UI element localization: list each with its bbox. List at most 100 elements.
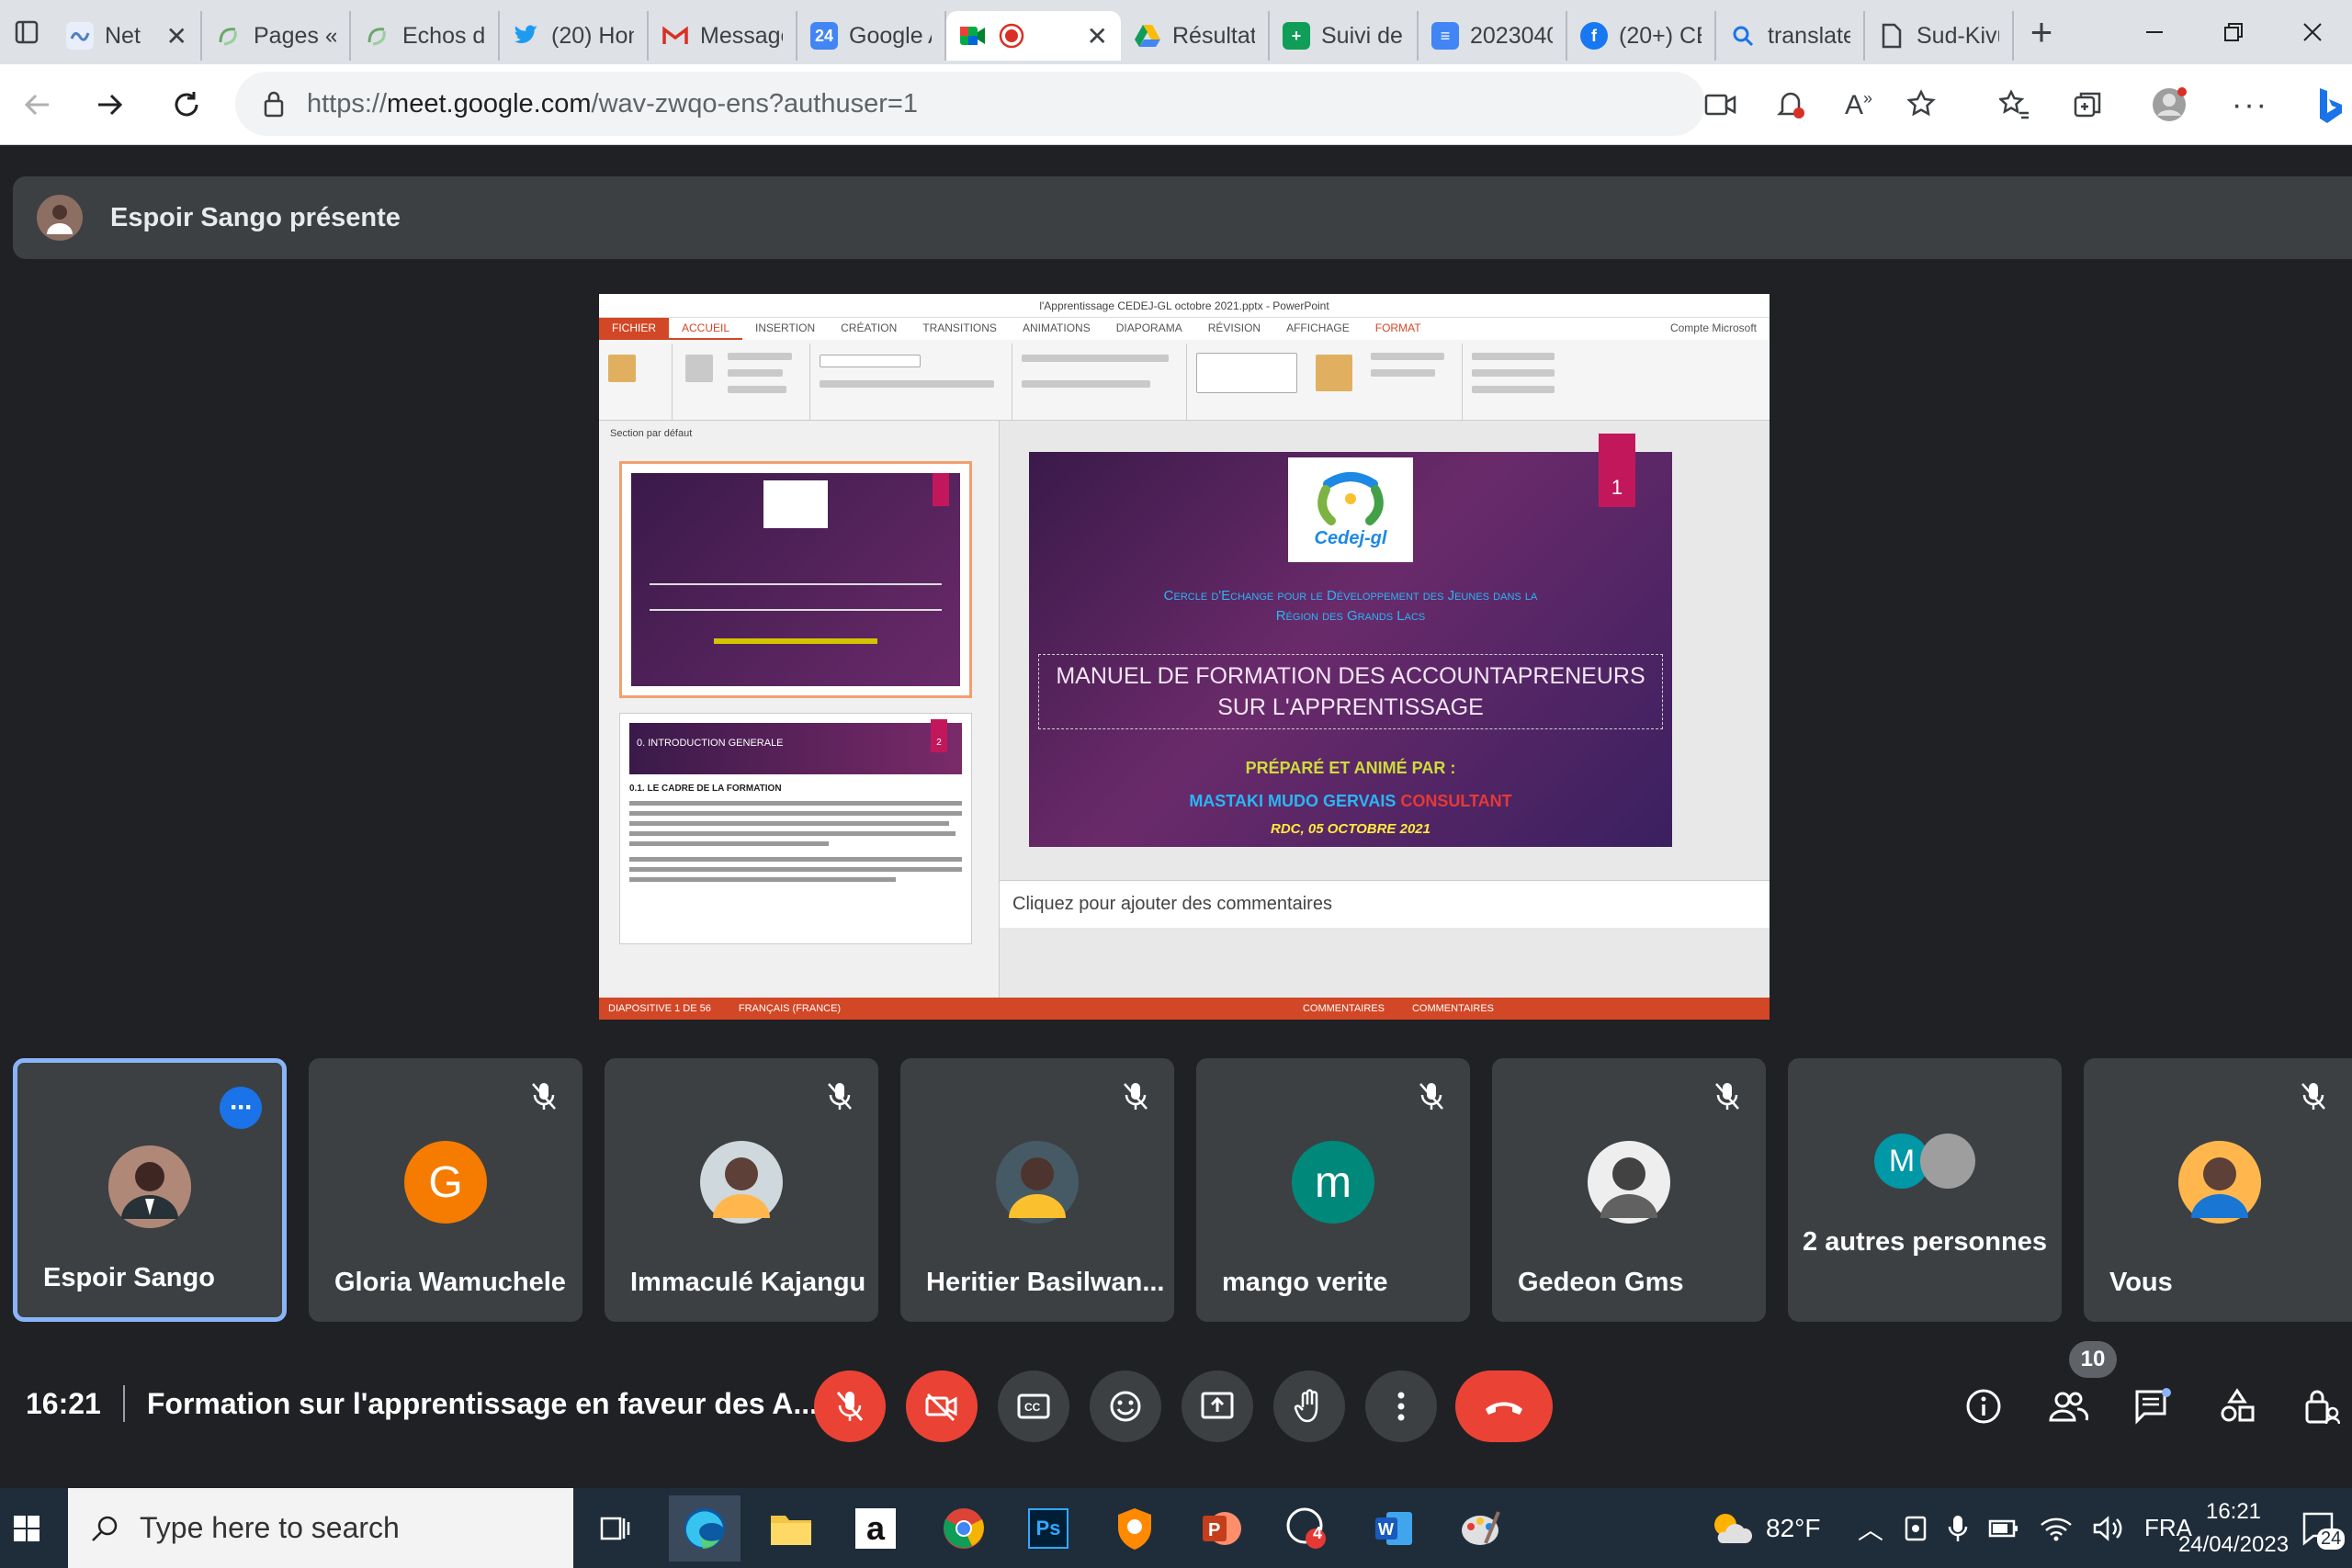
taskbar-vpn-shield[interactable] (1099, 1495, 1170, 1562)
meeting-details-button[interactable] (1953, 1376, 2014, 1437)
participant-tile-others[interactable]: M 2 autres personnes (1788, 1058, 2062, 1322)
people-icon (2049, 1392, 2088, 1422)
taskbar-word[interactable]: W (1358, 1495, 1430, 1562)
bing-icon (2320, 88, 2342, 123)
thumbnail-number-tab (933, 473, 949, 506)
mic-toggle-button[interactable] (814, 1371, 886, 1442)
start-button[interactable] (0, 1488, 53, 1568)
taskbar-edge[interactable] (669, 1495, 741, 1562)
taskbar-search-box[interactable]: Type here to search (68, 1488, 573, 1568)
settings-menu-button[interactable]: ··· (2218, 64, 2282, 145)
thumbnail-logo (763, 480, 828, 528)
avatar (108, 1145, 191, 1228)
participant-tile-mango[interactable]: m mango verite (1196, 1058, 1470, 1322)
mic-off-icon (2295, 1078, 2332, 1115)
participant-tile-gedeon[interactable]: Gedeon Gms (1492, 1058, 1766, 1322)
minimize-button[interactable] (2115, 0, 2194, 64)
drive-icon (1134, 22, 1161, 50)
meet-device-icon[interactable] (1904, 1515, 1928, 1542)
participant-tile-self[interactable]: Vous (2084, 1058, 2352, 1322)
taskbar-file-explorer[interactable] (755, 1495, 827, 1562)
back-button[interactable] (0, 64, 75, 145)
participant-tile-espoir-sango[interactable]: ··· Espoir Sango (13, 1058, 287, 1322)
person-photo-icon (2178, 1141, 2261, 1224)
more-options-button[interactable]: ··· (220, 1087, 262, 1129)
reactions-button[interactable] (1090, 1371, 1161, 1442)
tab-actions-button[interactable] (0, 0, 53, 64)
new-tab-button[interactable]: + (2014, 0, 2069, 64)
host-controls-button[interactable] (2291, 1376, 2352, 1437)
captions-button[interactable]: CC (998, 1371, 1069, 1442)
add-favorite-button[interactable] (1891, 64, 1955, 145)
browser-tab-google-agenda[interactable]: 24 Google A (797, 11, 946, 61)
participant-tile-gloria[interactable]: G Gloria Wamuchele (309, 1058, 582, 1322)
folder-icon (771, 1516, 811, 1545)
url-field[interactable]: https://meet.google.com/wav-zwqo-ens?aut… (235, 72, 1705, 136)
camera-toggle-button[interactable] (906, 1371, 978, 1442)
more-options-button[interactable] (1365, 1371, 1437, 1442)
thumbnail-text-line (629, 841, 830, 846)
taskbar-amazon[interactable]: a (840, 1495, 911, 1562)
collections-button[interactable] (2056, 64, 2120, 145)
reload-button[interactable] (149, 64, 224, 145)
thumbnail-text-line (629, 877, 896, 882)
tab-label: (20) Hom (551, 22, 634, 49)
read-aloud-button[interactable]: A» (1826, 64, 1891, 145)
battery-icon[interactable] (1988, 1518, 2019, 1539)
taskbar-clock[interactable]: 16:21 24/04/2023 (2155, 1495, 2312, 1562)
browser-tab-echos[interactable]: Echos de (351, 11, 500, 61)
weather-widget[interactable]: 82°F (1709, 1488, 1820, 1568)
taskbar-chrome[interactable] (928, 1495, 1000, 1562)
browser-tab-pages[interactable]: Pages « c (202, 11, 351, 61)
close-icon[interactable]: ✕ (1087, 21, 1108, 51)
ribbon-group-slides (673, 344, 810, 421)
browser-tab-facebook[interactable]: f (20+) CE (1567, 11, 1716, 61)
taskbar-photoshop[interactable]: Ps (1012, 1495, 1084, 1562)
camera-permission-button[interactable] (1689, 64, 1753, 145)
wifi-icon[interactable] (2040, 1516, 2073, 1541)
search-placeholder: Type here to search (140, 1511, 400, 1544)
leave-call-button[interactable] (1455, 1371, 1553, 1442)
profile-button[interactable] (2137, 64, 2201, 145)
browser-tab-sud-kivu[interactable]: Sud-Kivu (1865, 11, 2014, 61)
ppt-tab-design: CRÉATION (841, 321, 898, 334)
notification-center-button[interactable]: 24 (2301, 1488, 2346, 1568)
browser-tab-sheets[interactable]: + Suivi de (1270, 11, 1419, 61)
taskbar-teams-notification[interactable]: 4 (1272, 1495, 1343, 1562)
thumbnail-2-title: 0. INTRODUCTION GENERALE (629, 723, 962, 774)
forward-button[interactable] (72, 64, 147, 145)
activities-button[interactable] (2207, 1376, 2267, 1437)
slide-date: RDC, 05 OCTOBRE 2021 (1271, 821, 1430, 837)
speaker-icon[interactable] (2093, 1515, 2124, 1541)
people-button[interactable] (2038, 1376, 2098, 1437)
url-text: https://meet.google.com/wav-zwqo-ens?aut… (307, 89, 918, 119)
chat-button[interactable] (2122, 1376, 2183, 1437)
raise-hand-button[interactable] (1273, 1371, 1345, 1442)
browser-tab-meet[interactable]: ✕ (946, 11, 1121, 61)
close-window-button[interactable] (2273, 0, 2352, 64)
notifications-blocked-button[interactable] (1758, 64, 1823, 145)
participant-tile-heritier[interactable]: Heritier Basilwan... (900, 1058, 1174, 1322)
bing-button[interactable] (2297, 64, 2352, 145)
browser-tab-twitter[interactable]: (20) Hom (500, 11, 649, 61)
microphone-icon[interactable] (1948, 1514, 1968, 1543)
plus-icon: + (2030, 10, 2053, 53)
cedej-logo-icon (1317, 471, 1384, 525)
restore-button[interactable] (2194, 0, 2273, 64)
taskbar-powerpoint[interactable]: P (1185, 1495, 1257, 1562)
taskbar-paint-app[interactable] (1444, 1495, 1516, 1562)
chevron-up-icon[interactable]: ︿ (1858, 1510, 1883, 1547)
task-view-button[interactable] (579, 1495, 650, 1562)
browser-tab-translate[interactable]: translate (1716, 11, 1865, 61)
present-icon (1201, 1392, 1234, 1419)
app-root: Net ✕ Pages « c Echos de (20) Hom Messag… (0, 0, 2352, 1568)
present-screen-button[interactable] (1182, 1371, 1253, 1442)
close-icon[interactable]: ✕ (166, 21, 187, 51)
notes-placeholder[interactable]: Cliquez pour ajouter des commentaires (1000, 880, 1770, 928)
favorites-button[interactable] (1983, 64, 2047, 145)
browser-tab-net[interactable]: Net ✕ (53, 11, 202, 61)
participant-tile-immacule[interactable]: Immaculé Kajangu (605, 1058, 878, 1322)
browser-tab-gmail[interactable]: Message (649, 11, 797, 61)
browser-tab-docs[interactable]: ≡ 2023040 (1419, 11, 1567, 61)
browser-tab-drive[interactable]: Résultats (1121, 11, 1270, 61)
